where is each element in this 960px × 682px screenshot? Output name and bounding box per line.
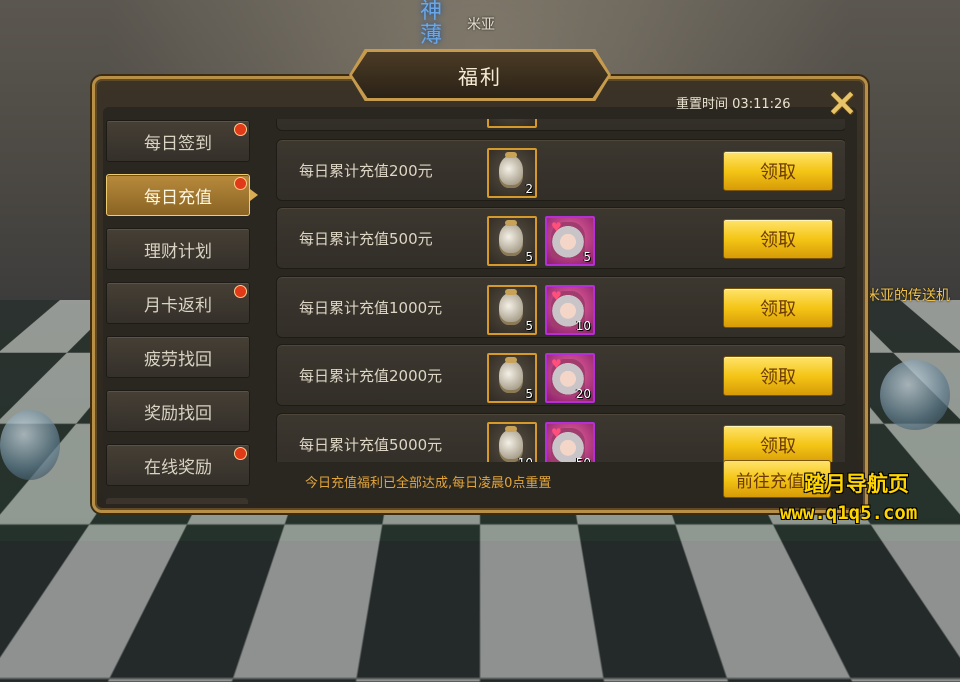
- sidebar-item-label: 每日签到: [144, 129, 212, 154]
- sidebar-item-finance-plan[interactable]: 理财计划: [106, 228, 250, 270]
- watermark-title: 踏月导航页: [804, 468, 909, 498]
- sidebar-item-monthly-card[interactable]: 月卡返利: [106, 282, 250, 324]
- scene-side-label: 米亚的传送机: [866, 285, 950, 305]
- item-count: 20: [576, 387, 591, 401]
- panel-title: 福利: [352, 52, 608, 98]
- sidebar-item-online-reward[interactable]: 在线奖励: [106, 444, 250, 486]
- vase-icon[interactable]: 5: [487, 353, 537, 403]
- list-item: 每日累计充值2000元 5 ♥ 20 领取: [276, 344, 845, 406]
- recharge-tier-label: 每日累计充值200元: [299, 160, 433, 181]
- list-item: 每日累计充值5000元 10 ♥50 领取: [276, 413, 845, 462]
- item-count: 10: [576, 319, 591, 333]
- sidebar-item-label: 理财计划: [144, 237, 212, 262]
- recharge-tier-label: 每日累计充值5000元: [299, 434, 442, 455]
- item-count: 5: [525, 319, 533, 333]
- vase-icon[interactable]: 10: [487, 422, 537, 462]
- sidebar-item-label: 在线奖励: [144, 453, 212, 478]
- vase-icon[interactable]: 5: [487, 216, 537, 266]
- sidebar-scroll-stub: [106, 498, 248, 504]
- crystal-orb: [880, 360, 950, 430]
- sidebar-item-daily-recharge[interactable]: 每日充值: [106, 174, 250, 216]
- vase-icon: [487, 119, 537, 128]
- sidebar-item-label: 奖励找回: [144, 399, 212, 424]
- daily-reset-notice: 今日充值福利已全部达成,每日凌晨0点重置: [305, 472, 551, 491]
- sidebar-item-reward-recovery[interactable]: 奖励找回: [106, 390, 250, 432]
- statue-ornament: [0, 410, 60, 480]
- vase-icon[interactable]: 5: [487, 285, 537, 335]
- claim-button[interactable]: 领取: [723, 425, 833, 462]
- reset-timer: 重置时间 03:11:26: [676, 93, 791, 112]
- list-item: 每日累计充值500元 5 ♥ 5 领取: [276, 207, 845, 269]
- sidebar-item-daily-signin[interactable]: 每日签到: [106, 120, 250, 162]
- heroine-card-icon[interactable]: ♥50: [545, 422, 595, 462]
- notification-dot-icon: [234, 285, 247, 298]
- recharge-tier-label: 每日累计充值1000元: [299, 297, 442, 318]
- heroine-card-icon[interactable]: ♥ 5: [545, 216, 595, 266]
- list-item: [276, 119, 845, 131]
- sidebar: 每日签到 每日充值 理财计划 月卡返利 疲劳找回 奖励找回 在线奖励: [106, 120, 256, 504]
- heroine-card-icon[interactable]: ♥ 20: [545, 353, 595, 403]
- claim-button[interactable]: 领取: [723, 356, 833, 396]
- sidebar-item-fatigue-recovery[interactable]: 疲劳找回: [106, 336, 250, 378]
- list-item: 每日累计充值200元 2 领取: [276, 139, 845, 201]
- recharge-tier-label: 每日累计充值500元: [299, 228, 433, 249]
- sidebar-item-label: 疲劳找回: [144, 345, 212, 370]
- vase-icon[interactable]: 2: [487, 148, 537, 198]
- claim-button[interactable]: 领取: [723, 219, 833, 259]
- recharge-tier-label: 每日累计充值2000元: [299, 365, 442, 386]
- claim-button[interactable]: 领取: [723, 288, 833, 328]
- item-count: 5: [583, 250, 591, 264]
- item-count: 5: [525, 250, 533, 264]
- item-count: 2: [525, 182, 533, 196]
- claim-button[interactable]: 领取: [723, 151, 833, 191]
- item-count: 5: [525, 387, 533, 401]
- notification-dot-icon: [234, 177, 247, 190]
- watermark-url: www.q1q5.com: [780, 502, 917, 524]
- npc-name: 米亚: [467, 14, 495, 34]
- notification-dot-icon: [234, 123, 247, 136]
- reset-time: 03:11:26: [732, 97, 790, 112]
- list-item: 每日累计充值1000元 5 ♥ 10 领取: [276, 276, 845, 338]
- sidebar-item-label: 每日充值: [144, 183, 212, 208]
- reward-list[interactable]: 每日累计充值200元 2 领取 每日累计充值500元 5 ♥ 5 领取 每日累计充…: [276, 119, 845, 462]
- reset-label: 重置时间: [676, 97, 728, 112]
- notification-dot-icon: [234, 447, 247, 460]
- sidebar-item-label: 月卡返利: [144, 291, 212, 316]
- heroine-card-icon[interactable]: ♥ 10: [545, 285, 595, 335]
- close-icon[interactable]: ×: [822, 82, 862, 122]
